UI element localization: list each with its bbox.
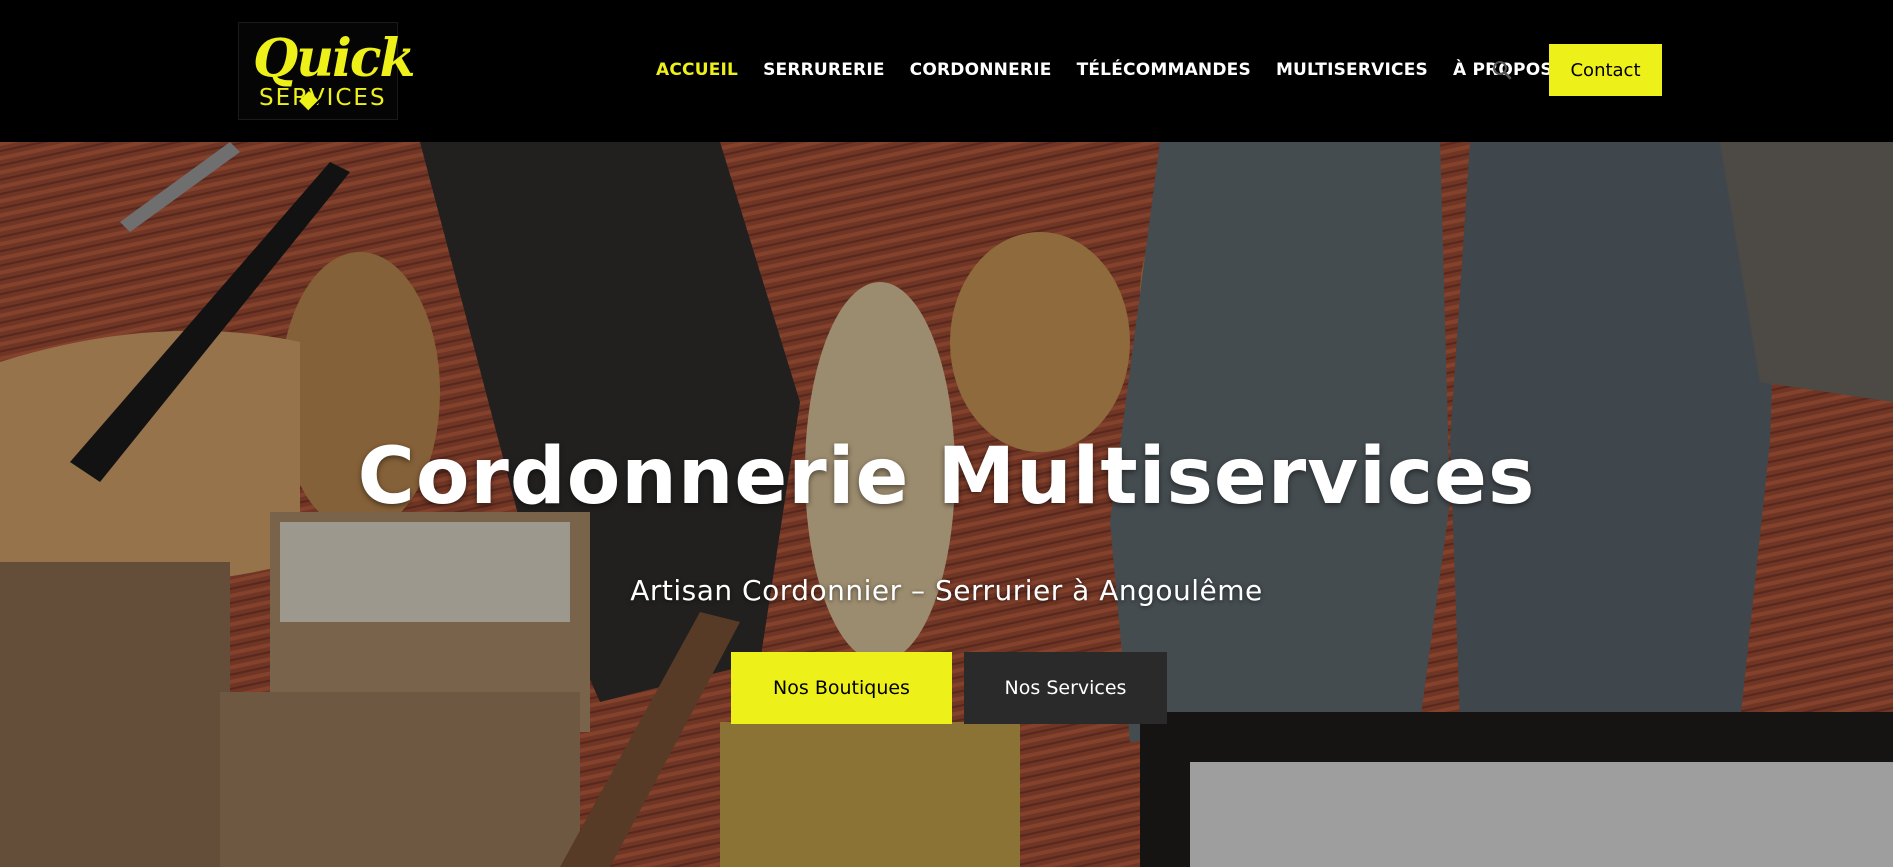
hero-section: Cordonnerie Multiservices Artisan Cordon… (0, 142, 1893, 867)
site-header: Quick SERVICES ACCUEIL SERRURERIE CORDON… (0, 0, 1893, 142)
quick-services-logo[interactable]: Quick SERVICES (238, 22, 416, 120)
nav-multiservices[interactable]: MULTISERVICES (1276, 60, 1428, 80)
nav-serrurerie[interactable]: SERRURERIE (763, 60, 885, 80)
nav-accueil[interactable]: ACCUEIL (656, 60, 738, 80)
nav-cordonnerie[interactable]: CORDONNERIE (910, 60, 1052, 80)
contact-button[interactable]: Contact (1549, 44, 1662, 96)
main-navigation: ACCUEIL SERRURERIE CORDONNERIE TÉLÉCOMMA… (656, 56, 1578, 84)
nav-telecommandes[interactable]: TÉLÉCOMMANDES (1077, 60, 1251, 80)
hero-title: Cordonnerie Multiservices (357, 432, 1536, 522)
logo-key-icon (299, 91, 324, 112)
hero-subtitle: Artisan Cordonnier – Serrurier à Angoulê… (630, 574, 1263, 607)
nos-services-button[interactable]: Nos Services (964, 652, 1167, 724)
nos-boutiques-button[interactable]: Nos Boutiques (731, 652, 952, 724)
search-icon[interactable] (1492, 60, 1512, 80)
